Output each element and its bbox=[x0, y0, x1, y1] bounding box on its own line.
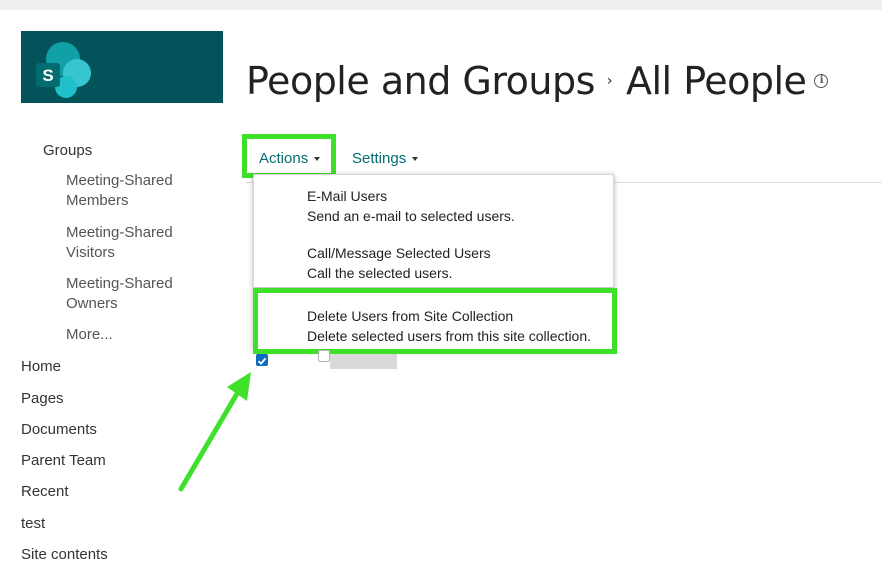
nav-group-owners[interactable]: Meeting-Shared Owners bbox=[66, 274, 206, 314]
settings-menu-button[interactable]: Settings bbox=[352, 150, 419, 167]
breadcrumb-separator-icon: › bbox=[606, 72, 613, 89]
nav-test[interactable]: test bbox=[21, 515, 45, 532]
green-arrow-icon bbox=[178, 372, 251, 492]
actions-highlight-box bbox=[242, 134, 336, 178]
nav-groups-more[interactable]: More... bbox=[66, 325, 206, 345]
menu-item-title: Call/Message Selected Users bbox=[307, 245, 491, 261]
row-checkbox[interactable] bbox=[256, 354, 268, 366]
menu-item-description: Call the selected users. bbox=[307, 265, 453, 281]
nav-documents[interactable]: Documents bbox=[21, 421, 97, 438]
nav-recent[interactable]: Recent bbox=[21, 483, 69, 500]
top-bar bbox=[0, 0, 882, 10]
menu-item-email-users[interactable]: E-Mail Users Send an e-mail to selected … bbox=[307, 186, 515, 226]
nav-group-visitors[interactable]: Meeting-Shared Visitors bbox=[66, 223, 206, 263]
nav-site-contents[interactable]: Site contents bbox=[21, 546, 108, 563]
nav-home[interactable]: Home bbox=[21, 358, 61, 375]
nav-pages[interactable]: Pages bbox=[21, 390, 64, 407]
menu-item-call-message-users[interactable]: Call/Message Selected Users Call the sel… bbox=[307, 243, 491, 283]
sharepoint-logo-icon: S bbox=[36, 42, 91, 98]
site-logo[interactable]: S bbox=[21, 31, 223, 103]
logo-letter: S bbox=[42, 66, 53, 85]
breadcrumb-people-and-groups[interactable]: People and Groups bbox=[246, 59, 595, 103]
check-icon bbox=[257, 357, 267, 365]
nav-parent-team[interactable]: Parent Team bbox=[21, 452, 106, 469]
delete-highlight-box bbox=[253, 288, 617, 354]
select-checkbox[interactable] bbox=[318, 350, 330, 362]
nav-group-members[interactable]: Meeting-Shared Members bbox=[66, 171, 206, 211]
settings-label: Settings bbox=[352, 150, 407, 167]
menu-item-title: E-Mail Users bbox=[307, 188, 388, 204]
page-title: People and Groups › All People i bbox=[246, 59, 829, 103]
info-icon[interactable]: i bbox=[814, 73, 829, 88]
menu-item-description: Send an e-mail to selected users. bbox=[307, 208, 515, 224]
nav-groups-heading[interactable]: Groups bbox=[43, 142, 92, 159]
redacted-user-name bbox=[330, 354, 397, 369]
breadcrumb-all-people: All People bbox=[626, 59, 807, 103]
chevron-down-icon bbox=[412, 157, 419, 162]
